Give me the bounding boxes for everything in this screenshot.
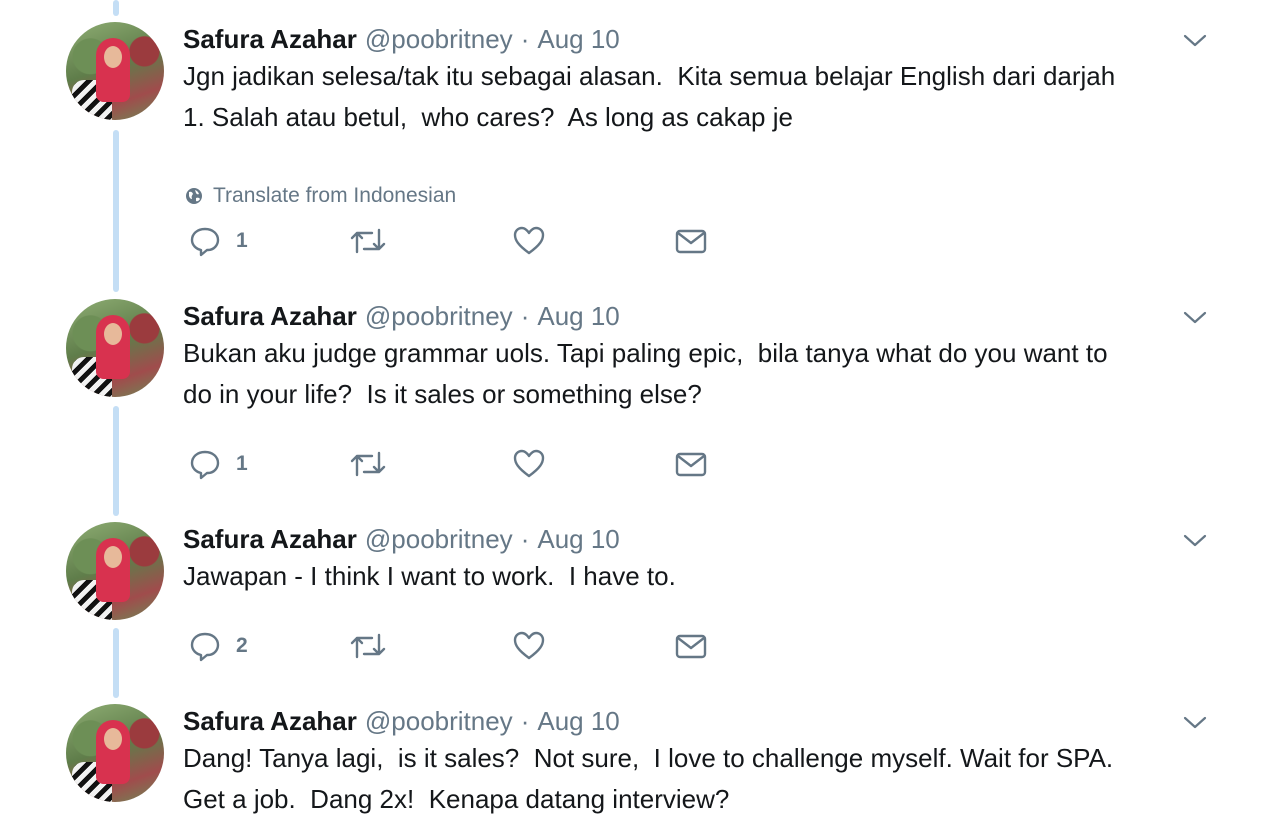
reply-icon — [190, 227, 220, 257]
caret-down-icon[interactable] — [1182, 530, 1208, 550]
author-name[interactable]: Safura Azahar — [183, 706, 357, 737]
tweet-header: Safura Azahar @poobritney · Aug 10 — [183, 22, 620, 56]
like-button[interactable] — [512, 224, 546, 258]
tweet-text: Bukan aku judge grammar uols. Tapi palin… — [183, 338, 1108, 409]
author-name[interactable]: Safura Azahar — [183, 24, 357, 55]
globe-icon — [186, 188, 202, 204]
author-handle[interactable]: @poobritney — [365, 524, 513, 555]
reply-count: 2 — [236, 634, 248, 657]
reply-count: 1 — [236, 452, 248, 475]
dm-button[interactable] — [674, 629, 708, 663]
avatar[interactable] — [66, 299, 164, 397]
avatar[interactable] — [66, 704, 164, 802]
like-icon — [513, 226, 545, 255]
translate-label[interactable]: Translate from Indonesian — [213, 184, 456, 208]
like-icon — [513, 631, 545, 660]
translate-link[interactable]: Translate from Indonesian — [185, 184, 456, 208]
author-handle[interactable]: @poobritney — [365, 24, 513, 55]
thread-line — [113, 0, 119, 16]
tweet-text: Dang! Tanya lagi, is it sales? Not sure,… — [183, 743, 1114, 814]
tweet-date[interactable]: Aug 10 — [537, 524, 619, 555]
dm-button[interactable] — [674, 447, 708, 481]
dm-button[interactable] — [674, 224, 708, 258]
retweet-button[interactable] — [348, 447, 388, 481]
caret-down-icon[interactable] — [1182, 30, 1208, 50]
retweet-button[interactable] — [348, 629, 388, 663]
like-button[interactable] — [512, 629, 546, 663]
retweet-icon — [350, 633, 386, 659]
separator: · — [520, 23, 530, 54]
author-name[interactable]: Safura Azahar — [183, 301, 357, 332]
dm-icon — [675, 229, 707, 254]
tweet[interactable]: Safura Azahar @poobritney · Aug 10 Dang!… — [0, 704, 1280, 833]
tweet-header: Safura Azahar @poobritney · Aug 10 — [183, 704, 620, 738]
reply-icon — [190, 632, 220, 662]
reply-count: 1 — [236, 229, 248, 252]
reply-icon — [190, 450, 220, 480]
tweet-date[interactable]: Aug 10 — [537, 706, 619, 737]
dm-icon — [675, 452, 707, 477]
retweet-button[interactable] — [348, 224, 388, 258]
caret-down-icon[interactable] — [1182, 712, 1208, 732]
reply-button[interactable]: 2 — [188, 629, 248, 663]
reply-button[interactable]: 1 — [188, 224, 248, 258]
separator: · — [520, 705, 530, 736]
tweet-actions: 1 — [188, 447, 718, 481]
retweet-icon — [350, 451, 386, 477]
author-handle[interactable]: @poobritney — [365, 301, 513, 332]
author-name[interactable]: Safura Azahar — [183, 524, 357, 555]
tweet-actions: 1 — [188, 224, 718, 258]
like-icon — [513, 449, 545, 478]
tweet[interactable]: Safura Azahar @poobritney · Aug 10 Jawap… — [0, 522, 1280, 667]
reply-button[interactable]: 1 — [188, 447, 248, 481]
tweet[interactable]: Safura Azahar @poobritney · Aug 10 Jgn j… — [0, 22, 1280, 267]
tweet-actions: 2 — [188, 629, 718, 663]
avatar[interactable] — [66, 522, 164, 620]
tweet-header: Safura Azahar @poobritney · Aug 10 — [183, 299, 620, 333]
separator: · — [520, 523, 530, 554]
tweet[interactable]: Safura Azahar @poobritney · Aug 10 Bukan… — [0, 299, 1280, 489]
author-handle[interactable]: @poobritney — [365, 706, 513, 737]
tweet-date[interactable]: Aug 10 — [537, 24, 619, 55]
tweet-date[interactable]: Aug 10 — [537, 301, 619, 332]
retweet-icon — [350, 228, 386, 254]
caret-down-icon[interactable] — [1182, 307, 1208, 327]
tweet-header: Safura Azahar @poobritney · Aug 10 — [183, 522, 620, 556]
tweet-text: Jawapan - I think I want to work. I have… — [183, 561, 676, 591]
tweet-text: Jgn jadikan selesa/tak itu sebagai alasa… — [183, 61, 1116, 132]
avatar[interactable] — [66, 22, 164, 120]
like-button[interactable] — [512, 447, 546, 481]
dm-icon — [675, 634, 707, 659]
separator: · — [520, 300, 530, 331]
